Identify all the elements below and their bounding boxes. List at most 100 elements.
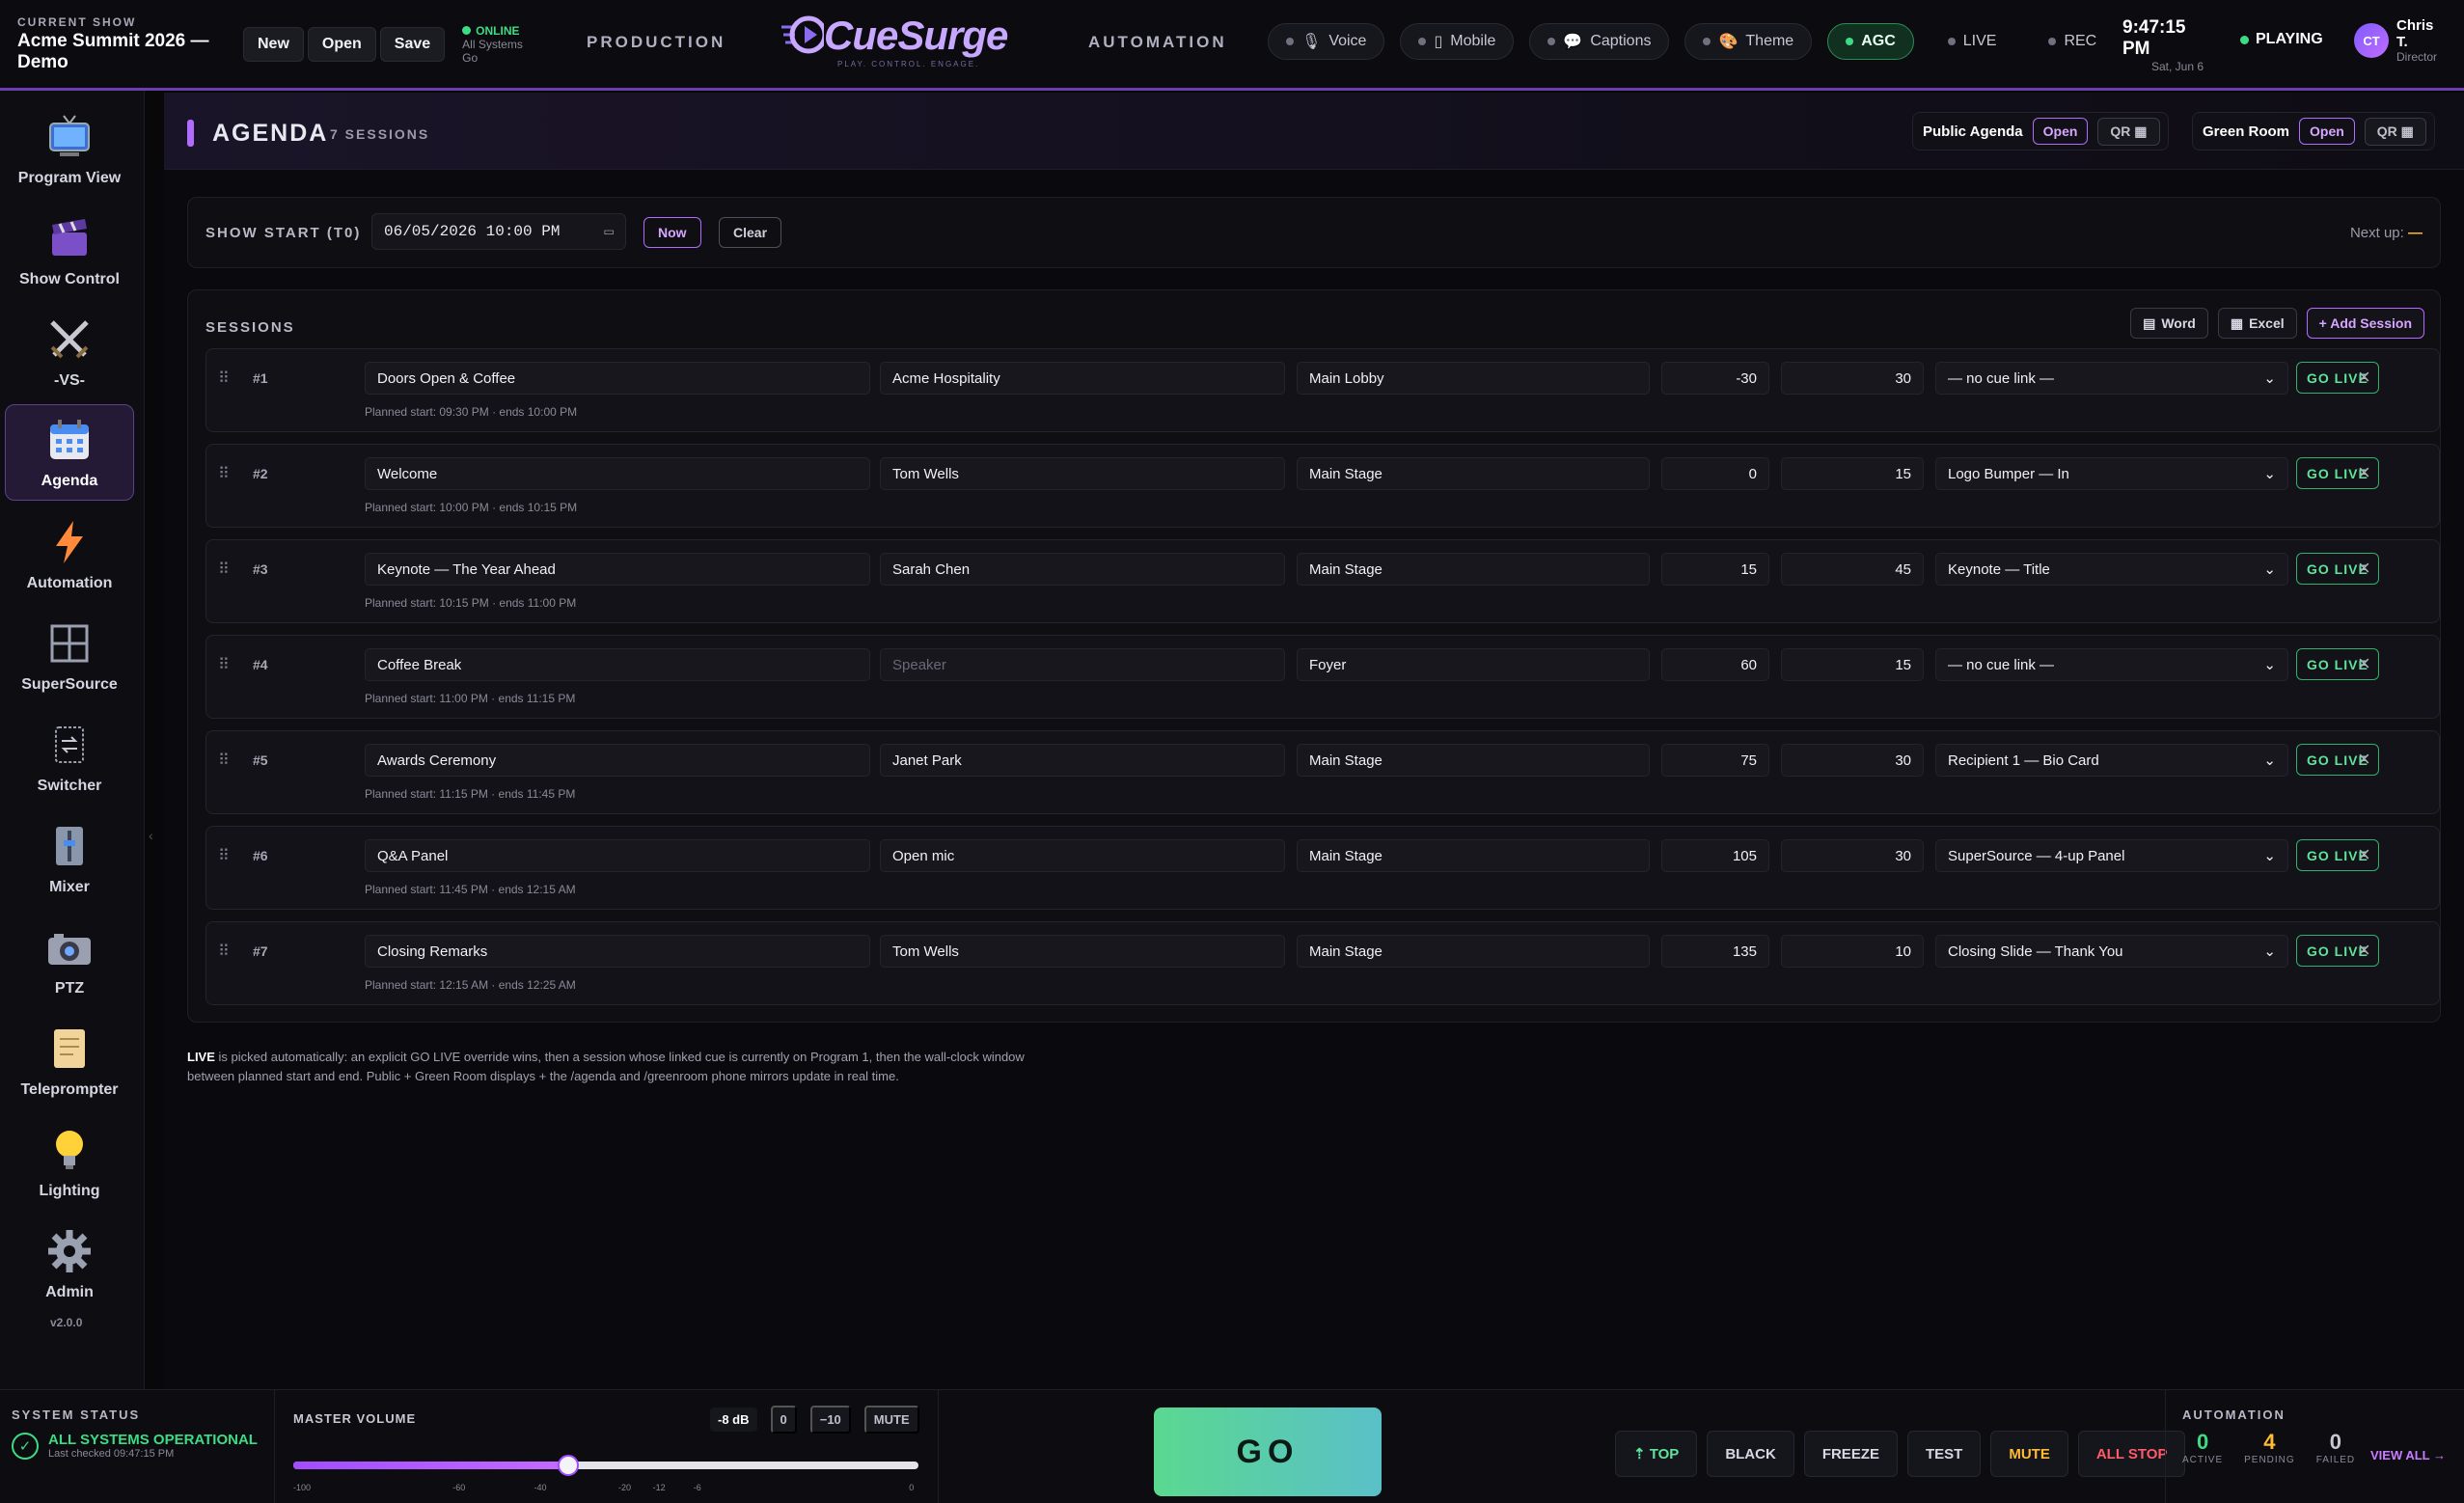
close-icon[interactable]: × [2358, 938, 2370, 963]
session-speaker-input[interactable]: Sarah Chen [880, 553, 1285, 586]
sidebar-item-vs[interactable]: -VS- [5, 303, 134, 399]
session-location-input[interactable]: Main Stage [1297, 935, 1650, 968]
theme-chip[interactable]: 🎨 Theme [1684, 23, 1813, 60]
session-offset-input[interactable]: 0 [1661, 457, 1769, 490]
session-cue-select[interactable]: — no cue link — ⌄ [1935, 362, 2288, 395]
session-location-input[interactable]: Main Lobby [1297, 362, 1650, 395]
session-offset-input[interactable]: -30 [1661, 362, 1769, 395]
freeze-button[interactable]: FREEZE [1803, 1431, 1898, 1477]
live-chip[interactable]: LIVE [1930, 23, 2015, 60]
nav-automation[interactable]: AUTOMATION [1088, 33, 1227, 52]
mute-button[interactable]: MUTE [1990, 1431, 2068, 1477]
session-cue-select[interactable]: Keynote — Title ⌄ [1935, 553, 2288, 586]
session-duration-input[interactable]: 15 [1781, 648, 1924, 681]
go-button[interactable]: GO [1154, 1407, 1382, 1496]
mobile-chip[interactable]: ▯ Mobile [1400, 23, 1515, 60]
volume-slider-handle[interactable] [558, 1455, 580, 1476]
session-duration-input[interactable]: 30 [1781, 839, 1924, 872]
new-button[interactable]: New [243, 26, 304, 62]
drag-handle-icon[interactable]: ⠿ [218, 369, 230, 388]
session-duration-input[interactable]: 15 [1781, 457, 1924, 490]
session-offset-input[interactable]: 75 [1661, 744, 1769, 777]
green-room-open-button[interactable]: Open [2299, 118, 2355, 145]
session-cue-select[interactable]: Logo Bumper — In ⌄ [1935, 457, 2288, 490]
session-offset-input[interactable]: 15 [1661, 553, 1769, 586]
collapse-chevron-icon[interactable]: ‹ [149, 828, 153, 843]
add-session-button[interactable]: + Add Session [2306, 308, 2424, 339]
sidebar-item-switcher[interactable]: Switcher [5, 708, 134, 805]
sidebar-item-program-view[interactable]: Program View [5, 100, 134, 197]
session-offset-input[interactable]: 135 [1661, 935, 1769, 968]
session-cue-select[interactable]: SuperSource — 4-up Panel ⌄ [1935, 839, 2288, 872]
clear-button[interactable]: Clear [719, 217, 782, 248]
black-button[interactable]: BLACK [1707, 1431, 1794, 1477]
session-speaker-input[interactable]: Open mic [880, 839, 1285, 872]
volume-minus10-button[interactable]: −10 [809, 1406, 851, 1434]
sidebar-item-lighting[interactable]: Lighting [5, 1113, 134, 1210]
user-menu[interactable]: CT Chris T. Director [2354, 17, 2437, 64]
session-location-input[interactable]: Main Stage [1297, 553, 1650, 586]
close-icon[interactable]: × [2358, 651, 2370, 676]
drag-handle-icon[interactable]: ⠿ [218, 560, 230, 579]
session-title-input[interactable]: Keynote — The Year Ahead [365, 553, 870, 586]
open-button[interactable]: Open [307, 26, 376, 62]
test-button[interactable]: TEST [1907, 1431, 1982, 1477]
avatar[interactable]: CT [2354, 23, 2389, 58]
drag-handle-icon[interactable]: ⠿ [218, 942, 230, 961]
session-title-input[interactable]: Q&A Panel [365, 839, 870, 872]
session-speaker-input[interactable]: Speaker [880, 648, 1285, 681]
now-button[interactable]: Now [643, 217, 701, 248]
session-cue-select[interactable]: Closing Slide — Thank You ⌄ [1935, 935, 2288, 968]
sidebar-item-teleprompter[interactable]: Teleprompter [5, 1012, 134, 1108]
session-location-input[interactable]: Main Stage [1297, 457, 1650, 490]
sidebar-item-agenda[interactable]: Agenda [5, 404, 134, 501]
close-icon[interactable]: × [2358, 460, 2370, 485]
session-location-input[interactable]: Main Stage [1297, 839, 1650, 872]
session-title-input[interactable]: Welcome [365, 457, 870, 490]
drag-handle-icon[interactable]: ⠿ [218, 464, 230, 483]
session-offset-input[interactable]: 60 [1661, 648, 1769, 681]
voice-chip[interactable]: 🎙 Voice [1268, 23, 1385, 60]
export-excel-button[interactable]: ▦ Excel [2217, 308, 2297, 339]
all-stop-button[interactable]: ALL STOP [2077, 1431, 2186, 1477]
nav-production[interactable]: PRODUCTION [587, 33, 726, 52]
session-location-input[interactable]: Main Stage [1297, 744, 1650, 777]
session-title-input[interactable]: Closing Remarks [365, 935, 870, 968]
close-icon[interactable]: × [2358, 365, 2370, 390]
session-duration-input[interactable]: 30 [1781, 744, 1924, 777]
sidebar-item-admin[interactable]: Admin [5, 1215, 134, 1311]
drag-handle-icon[interactable]: ⠿ [218, 655, 230, 674]
top-button[interactable]: ⇡ TOP [1615, 1431, 1698, 1477]
sidebar-item-show-control[interactable]: Show Control [5, 202, 134, 298]
session-title-input[interactable]: Coffee Break [365, 648, 870, 681]
rec-chip[interactable]: REC [2030, 23, 2115, 60]
view-all-link[interactable]: VIEW ALL → [2370, 1448, 2446, 1462]
close-icon[interactable]: × [2358, 842, 2370, 867]
session-cue-select[interactable]: — no cue link — ⌄ [1935, 648, 2288, 681]
session-offset-input[interactable]: 105 [1661, 839, 1769, 872]
session-speaker-input[interactable]: Acme Hospitality [880, 362, 1285, 395]
session-duration-input[interactable]: 30 [1781, 362, 1924, 395]
agc-chip[interactable]: AGC [1827, 23, 1914, 60]
volume-slider[interactable] [293, 1455, 918, 1476]
session-title-input[interactable]: Doors Open & Coffee [365, 362, 870, 395]
sidebar-item-ptz[interactable]: PTZ [5, 911, 134, 1007]
close-icon[interactable]: × [2358, 747, 2370, 772]
session-duration-input[interactable]: 10 [1781, 935, 1924, 968]
volume-mute-button[interactable]: MUTE [863, 1406, 919, 1434]
session-duration-input[interactable]: 45 [1781, 553, 1924, 586]
sidebar-item-automation[interactable]: Automation [5, 506, 134, 602]
session-speaker-input[interactable]: Tom Wells [880, 457, 1285, 490]
session-cue-select[interactable]: Recipient 1 — Bio Card ⌄ [1935, 744, 2288, 777]
close-icon[interactable]: × [2358, 556, 2370, 581]
public-agenda-qr-button[interactable]: QR ▦ [2097, 117, 2160, 146]
captions-chip[interactable]: 💬 Captions [1529, 23, 1670, 60]
green-room-qr-button[interactable]: QR ▦ [2364, 117, 2426, 146]
export-word-button[interactable]: ▤ Word [2130, 308, 2208, 339]
session-speaker-input[interactable]: Janet Park [880, 744, 1285, 777]
volume-0-button[interactable]: 0 [770, 1406, 797, 1434]
session-title-input[interactable]: Awards Ceremony [365, 744, 870, 777]
drag-handle-icon[interactable]: ⠿ [218, 846, 230, 865]
calendar-picker-icon[interactable]: ▭ [604, 222, 614, 241]
session-location-input[interactable]: Foyer [1297, 648, 1650, 681]
